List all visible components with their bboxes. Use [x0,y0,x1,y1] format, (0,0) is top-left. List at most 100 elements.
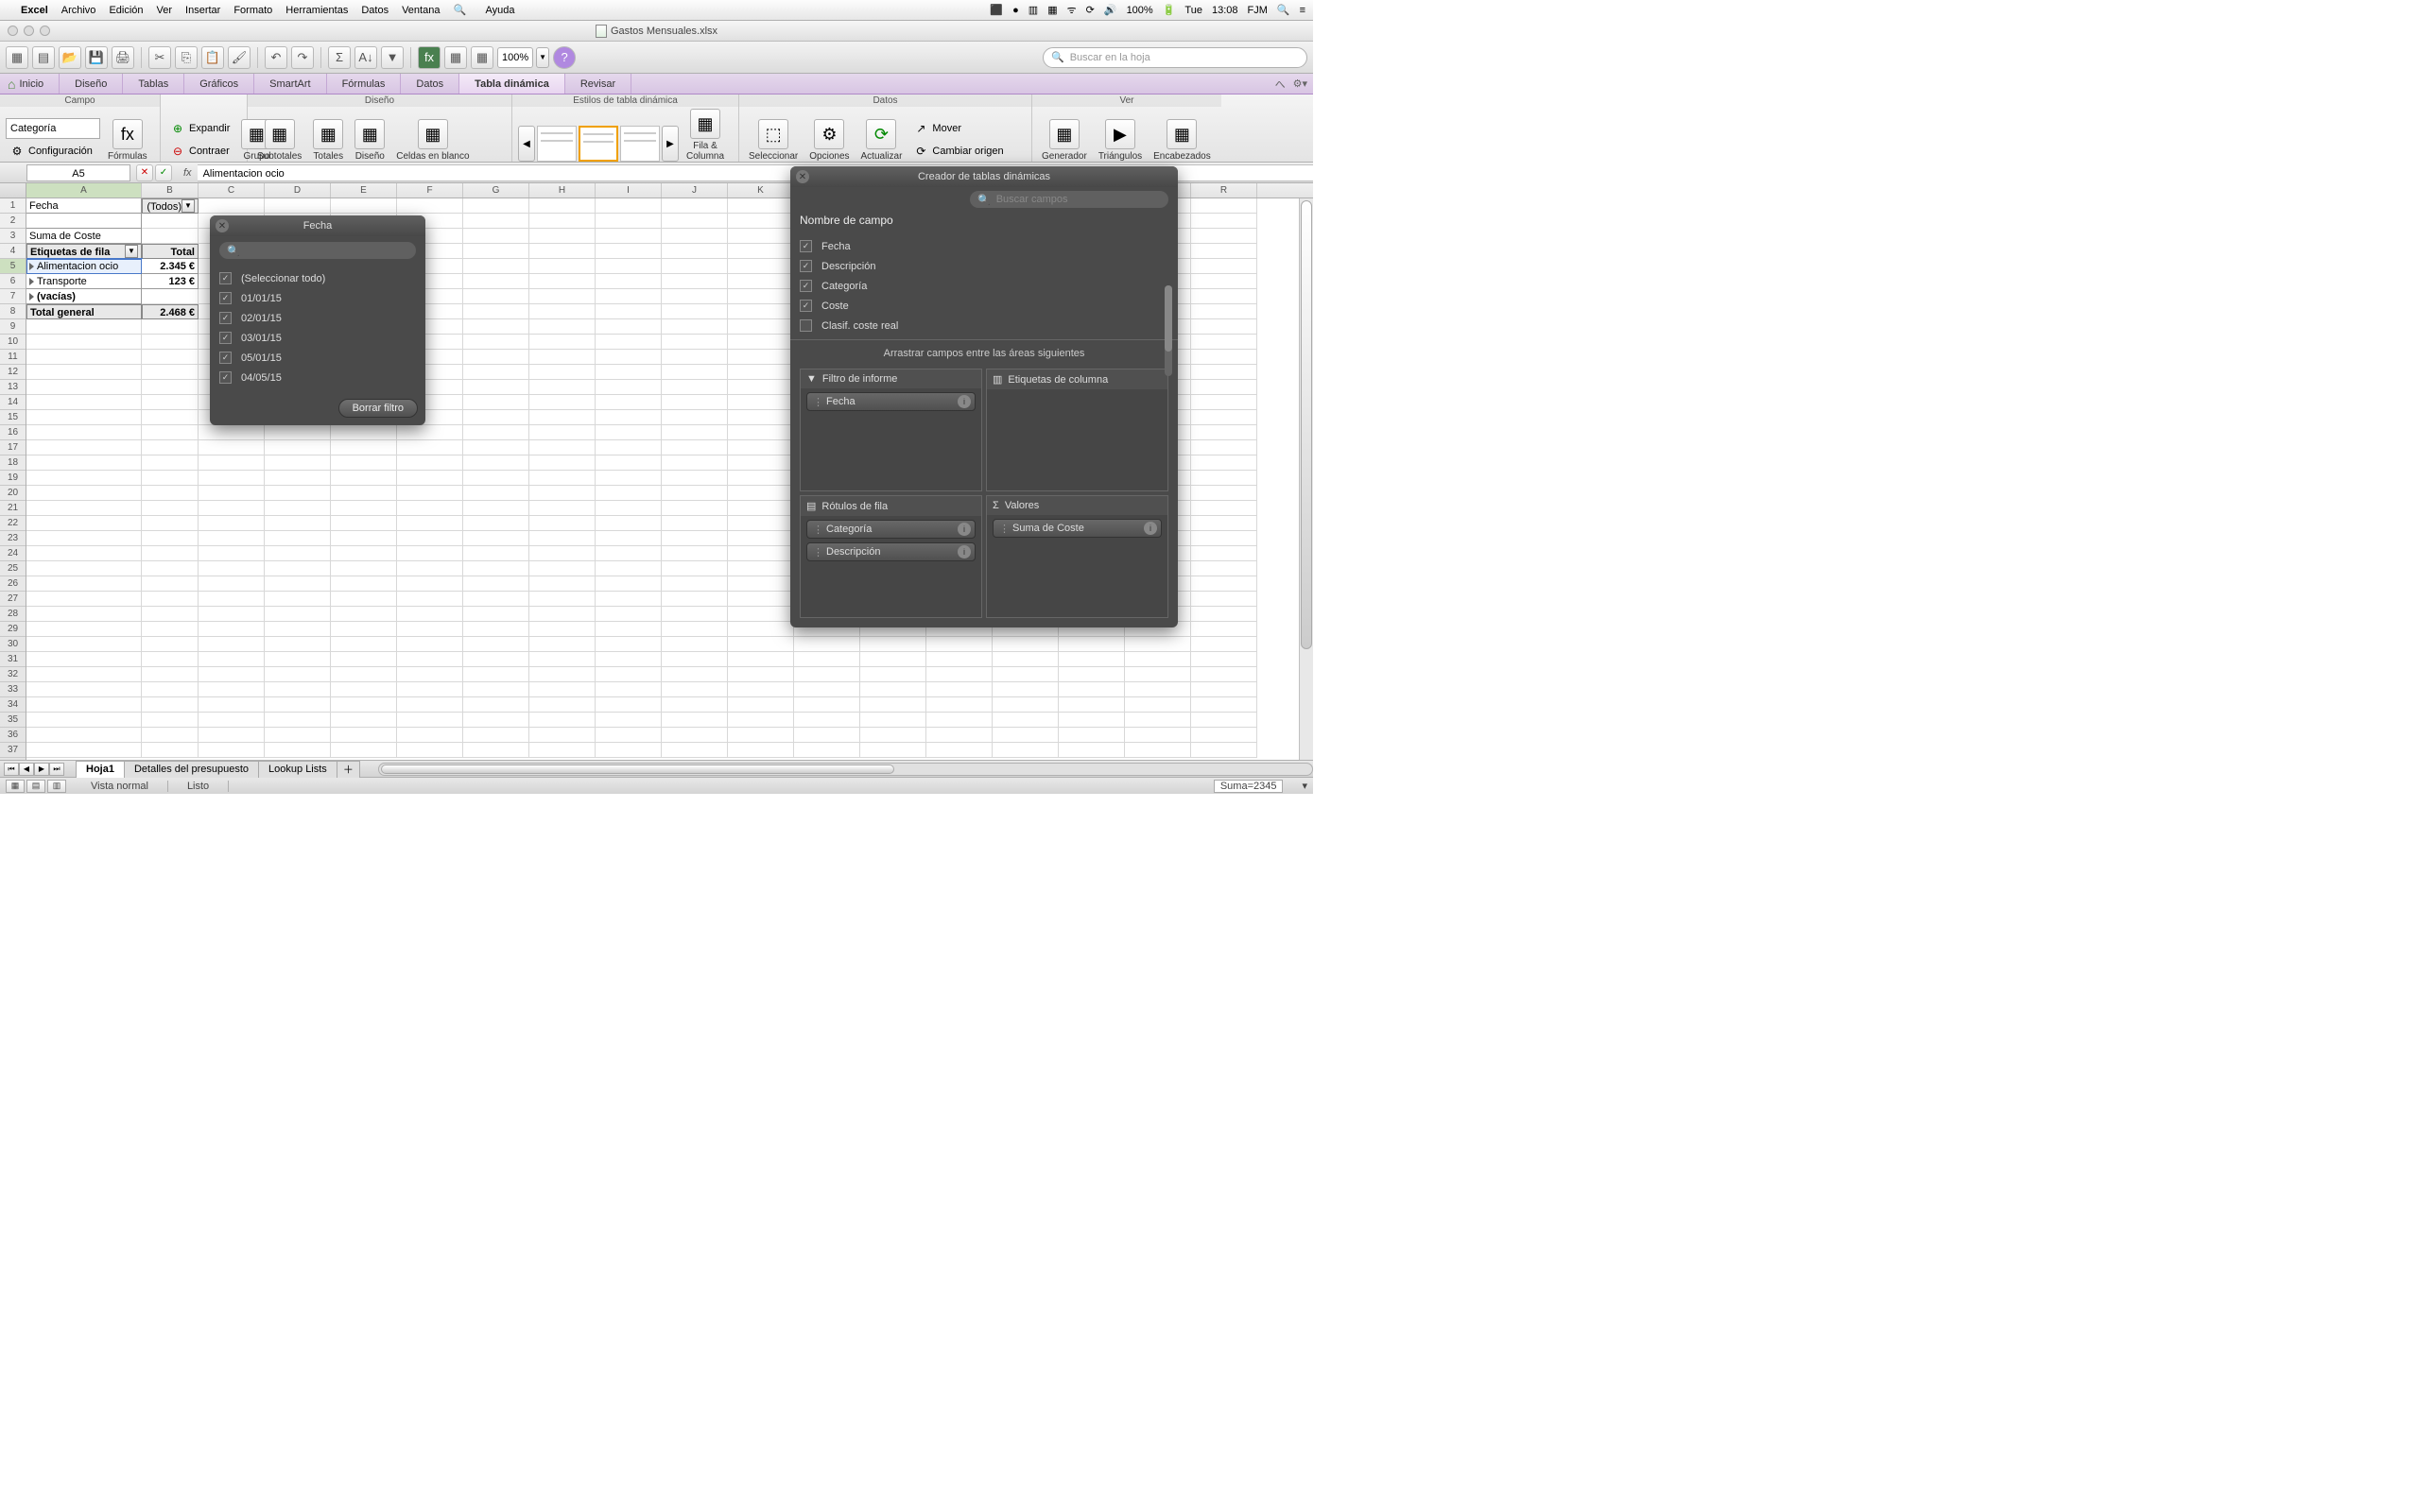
cell[interactable] [596,259,662,274]
cell[interactable] [26,440,142,455]
show-formulas-button[interactable]: ▦ [444,46,467,69]
cell[interactable] [993,637,1059,652]
cell[interactable] [463,622,529,637]
cell[interactable] [662,743,728,758]
cell[interactable] [596,697,662,713]
cell[interactable] [794,682,860,697]
select-all-corner[interactable] [0,183,26,198]
cell[interactable] [728,637,794,652]
cell[interactable] [26,622,142,637]
cell[interactable]: Total [142,244,199,259]
cell[interactable]: Suma de Coste [26,229,142,244]
cell[interactable] [265,546,331,561]
cell[interactable] [26,455,142,471]
cell[interactable] [463,607,529,622]
cell[interactable] [596,501,662,516]
cell[interactable] [331,561,397,576]
cell[interactable] [26,214,142,229]
tab-graficos[interactable]: Gráficos [184,74,254,94]
copy-button[interactable]: ⎘ [175,46,198,69]
cell[interactable] [331,607,397,622]
cell[interactable] [728,289,794,304]
volume-icon[interactable]: 🔊 [1104,4,1117,16]
menu-insertar[interactable]: Insertar [185,5,220,16]
cell[interactable] [529,652,596,667]
filter-item[interactable]: 02/01/15 [219,308,416,328]
cell[interactable] [265,667,331,682]
cell[interactable] [397,440,463,455]
cell[interactable] [142,592,199,607]
cell[interactable] [662,244,728,259]
undo-button[interactable]: ↶ [265,46,287,69]
cell[interactable] [662,198,728,214]
cell[interactable] [926,682,993,697]
zoom-dropdown[interactable]: ▼ [536,47,549,68]
menu-ayuda[interactable]: Ayuda [485,5,514,16]
cell[interactable] [1191,350,1257,365]
cell[interactable] [265,743,331,758]
close-icon[interactable]: ✕ [216,219,229,232]
cell[interactable] [199,682,265,697]
cell[interactable] [26,380,142,395]
row-column-button[interactable]: ▦Fila & Columna [683,109,728,162]
cell[interactable] [1059,713,1125,728]
cell[interactable] [529,425,596,440]
cell[interactable] [463,229,529,244]
cell[interactable] [199,637,265,652]
cell[interactable] [662,335,728,350]
cell[interactable] [529,214,596,229]
cell[interactable]: Fecha [26,198,142,214]
menu-formato[interactable]: Formato [233,5,272,16]
cell[interactable] [1125,637,1191,652]
sheet-nav-last[interactable]: ⏭ [49,763,64,776]
checkbox-icon[interactable] [219,352,232,364]
cell[interactable] [463,395,529,410]
cell[interactable] [596,214,662,229]
filter-item[interactable]: (Seleccionar todo) [219,268,416,288]
cell[interactable] [142,365,199,380]
row-header[interactable]: 19 [0,471,26,486]
templates-button[interactable]: ▤ [32,46,55,69]
row-header[interactable]: 8 [0,304,26,319]
cell[interactable] [1191,607,1257,622]
cell[interactable]: 123 € [142,274,199,289]
search-icon[interactable]: 🔍 [1277,4,1290,16]
cell[interactable] [265,561,331,576]
cell[interactable] [728,471,794,486]
sheet-tab[interactable]: Lookup Lists [258,761,337,778]
cell[interactable] [926,637,993,652]
row-header[interactable]: 35 [0,713,26,728]
row-header[interactable]: 23 [0,531,26,546]
status-sum[interactable]: Suma=2345 [1214,780,1284,793]
cell[interactable] [142,319,199,335]
cell[interactable] [397,607,463,622]
row-header[interactable]: 33 [0,682,26,697]
field-pill[interactable]: ⋮Fechai [806,392,976,411]
cell[interactable] [596,546,662,561]
cell[interactable] [596,335,662,350]
cell[interactable] [397,743,463,758]
row-labels-dropdown-icon[interactable]: ▼ [125,245,138,258]
cell[interactable] [26,350,142,365]
cell[interactable] [199,501,265,516]
cell[interactable] [265,440,331,455]
cell[interactable] [728,546,794,561]
cell[interactable] [265,486,331,501]
cell[interactable] [463,576,529,592]
cell[interactable] [397,728,463,743]
sheet-nav-prev[interactable]: ◀ [19,763,34,776]
expand-button[interactable]: ⊕Expandir [166,118,233,139]
cell[interactable] [26,637,142,652]
cell[interactable] [142,546,199,561]
cell[interactable] [728,259,794,274]
cell[interactable] [463,350,529,365]
cell[interactable] [199,516,265,531]
cell[interactable] [331,652,397,667]
blank-cells-button[interactable]: ▦Celdas en blanco [392,119,473,162]
cell[interactable] [596,652,662,667]
cell[interactable] [728,501,794,516]
cell[interactable] [463,380,529,395]
cell[interactable] [529,546,596,561]
cell[interactable] [397,637,463,652]
cell[interactable] [397,455,463,471]
